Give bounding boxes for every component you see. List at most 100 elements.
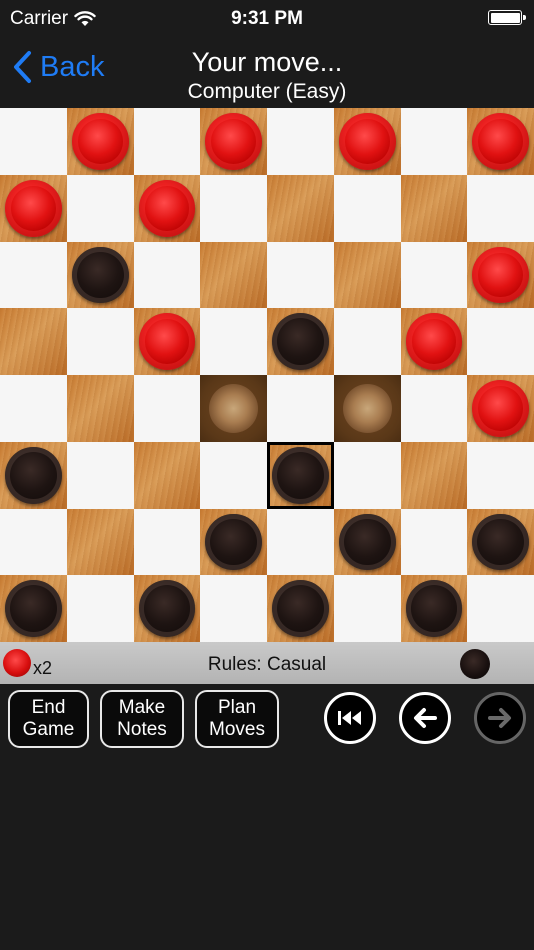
end-game-label-line1: End <box>31 697 66 718</box>
board-square[interactable] <box>267 441 334 509</box>
black-checker-piece[interactable] <box>272 446 329 504</box>
board-square[interactable] <box>66 108 134 175</box>
board-square[interactable] <box>333 575 401 642</box>
black-checker-piece[interactable] <box>5 580 62 637</box>
black-checker-piece[interactable] <box>405 580 463 637</box>
board-square[interactable] <box>200 174 267 242</box>
end-game-button[interactable]: End Game <box>8 690 89 748</box>
board-square[interactable] <box>267 308 334 375</box>
board-square[interactable] <box>400 508 468 576</box>
rewind-to-start-button[interactable] <box>324 692 376 744</box>
board-square[interactable] <box>267 508 334 576</box>
board-square[interactable] <box>0 441 67 509</box>
board-square[interactable] <box>267 575 334 642</box>
board-square[interactable] <box>200 375 267 442</box>
board-square[interactable] <box>333 108 401 175</box>
black-checker-piece[interactable] <box>272 313 329 370</box>
board-square[interactable] <box>133 441 201 509</box>
board-square[interactable] <box>467 241 534 309</box>
board-square[interactable] <box>133 241 201 309</box>
red-checker-piece[interactable] <box>472 246 529 304</box>
page-subtitle: Computer (Easy) <box>187 80 347 103</box>
make-notes-button[interactable]: Make Notes <box>100 690 184 748</box>
board-square[interactable] <box>467 441 534 509</box>
red-checker-piece[interactable] <box>5 179 62 237</box>
red-checker-piece[interactable] <box>405 313 463 370</box>
board-square[interactable] <box>467 508 534 576</box>
board-square[interactable] <box>200 508 267 576</box>
board-square[interactable] <box>200 108 267 175</box>
red-checker-piece[interactable] <box>71 113 129 170</box>
board-square[interactable] <box>0 375 67 442</box>
board-square[interactable] <box>66 508 134 576</box>
red-checker-piece[interactable] <box>138 313 196 370</box>
board-square[interactable] <box>200 575 267 642</box>
board-square[interactable] <box>133 174 201 242</box>
black-checker-piece[interactable] <box>205 513 262 571</box>
plan-moves-label-line1: Plan <box>217 697 257 718</box>
board-square[interactable] <box>400 575 468 642</box>
plan-moves-button[interactable]: Plan Moves <box>195 690 279 748</box>
board-square[interactable] <box>66 308 134 375</box>
red-checker-piece[interactable] <box>472 380 529 437</box>
red-checker-piece[interactable] <box>138 179 196 237</box>
board-square[interactable] <box>133 508 201 576</box>
board-square[interactable] <box>400 308 468 375</box>
board-square[interactable] <box>400 241 468 309</box>
board-square[interactable] <box>400 375 468 442</box>
red-checker-piece[interactable] <box>472 113 529 170</box>
board-square[interactable] <box>267 375 334 442</box>
board-square[interactable] <box>66 441 134 509</box>
toolbar: End Game Make Notes Plan Moves <box>0 684 534 754</box>
board-square[interactable] <box>133 375 201 442</box>
black-checker-piece[interactable] <box>5 446 62 504</box>
move-hint-marker <box>209 384 258 433</box>
board-square[interactable] <box>467 108 534 175</box>
board-square[interactable] <box>467 308 534 375</box>
board-square[interactable] <box>0 241 67 309</box>
board-square[interactable] <box>467 575 534 642</box>
board-square[interactable] <box>66 174 134 242</box>
black-checker-piece[interactable] <box>71 246 129 304</box>
board-square[interactable] <box>0 174 67 242</box>
board-square[interactable] <box>133 575 201 642</box>
board-square[interactable] <box>0 575 67 642</box>
board-square[interactable] <box>133 108 201 175</box>
arrow-right-icon <box>488 708 511 728</box>
board-square[interactable] <box>400 174 468 242</box>
board-square[interactable] <box>200 308 267 375</box>
board-square[interactable] <box>467 375 534 442</box>
board-square[interactable] <box>66 241 134 309</box>
board-square[interactable] <box>133 308 201 375</box>
board-square[interactable] <box>400 108 468 175</box>
board-square[interactable] <box>400 441 468 509</box>
board-square[interactable] <box>200 441 267 509</box>
board-square[interactable] <box>66 375 134 442</box>
board-square[interactable] <box>267 241 334 309</box>
red-checker-piece[interactable] <box>205 113 262 170</box>
board-square[interactable] <box>467 174 534 242</box>
board-square[interactable] <box>0 508 67 576</box>
rewind-icon <box>338 711 361 725</box>
board-square[interactable] <box>333 241 401 309</box>
board-square[interactable] <box>333 375 401 442</box>
board-square[interactable] <box>333 174 401 242</box>
black-checker-piece[interactable] <box>138 580 196 637</box>
black-checker-piece[interactable] <box>338 513 396 571</box>
redo-move-button[interactable] <box>474 692 526 744</box>
black-checker-piece[interactable] <box>272 580 329 637</box>
plan-moves-label-line2: Moves <box>209 719 265 740</box>
board-square[interactable] <box>267 108 334 175</box>
board-square[interactable] <box>0 108 67 175</box>
board-square[interactable] <box>333 441 401 509</box>
board-square[interactable] <box>267 174 334 242</box>
board-square[interactable] <box>333 308 401 375</box>
black-checker-piece[interactable] <box>472 513 529 571</box>
board-square[interactable] <box>333 508 401 576</box>
turn-indicator-black-icon <box>460 649 490 679</box>
red-checker-piece[interactable] <box>338 113 396 170</box>
undo-move-button[interactable] <box>399 692 451 744</box>
board-square[interactable] <box>66 575 134 642</box>
board-square[interactable] <box>200 241 267 309</box>
board-square[interactable] <box>0 308 67 375</box>
